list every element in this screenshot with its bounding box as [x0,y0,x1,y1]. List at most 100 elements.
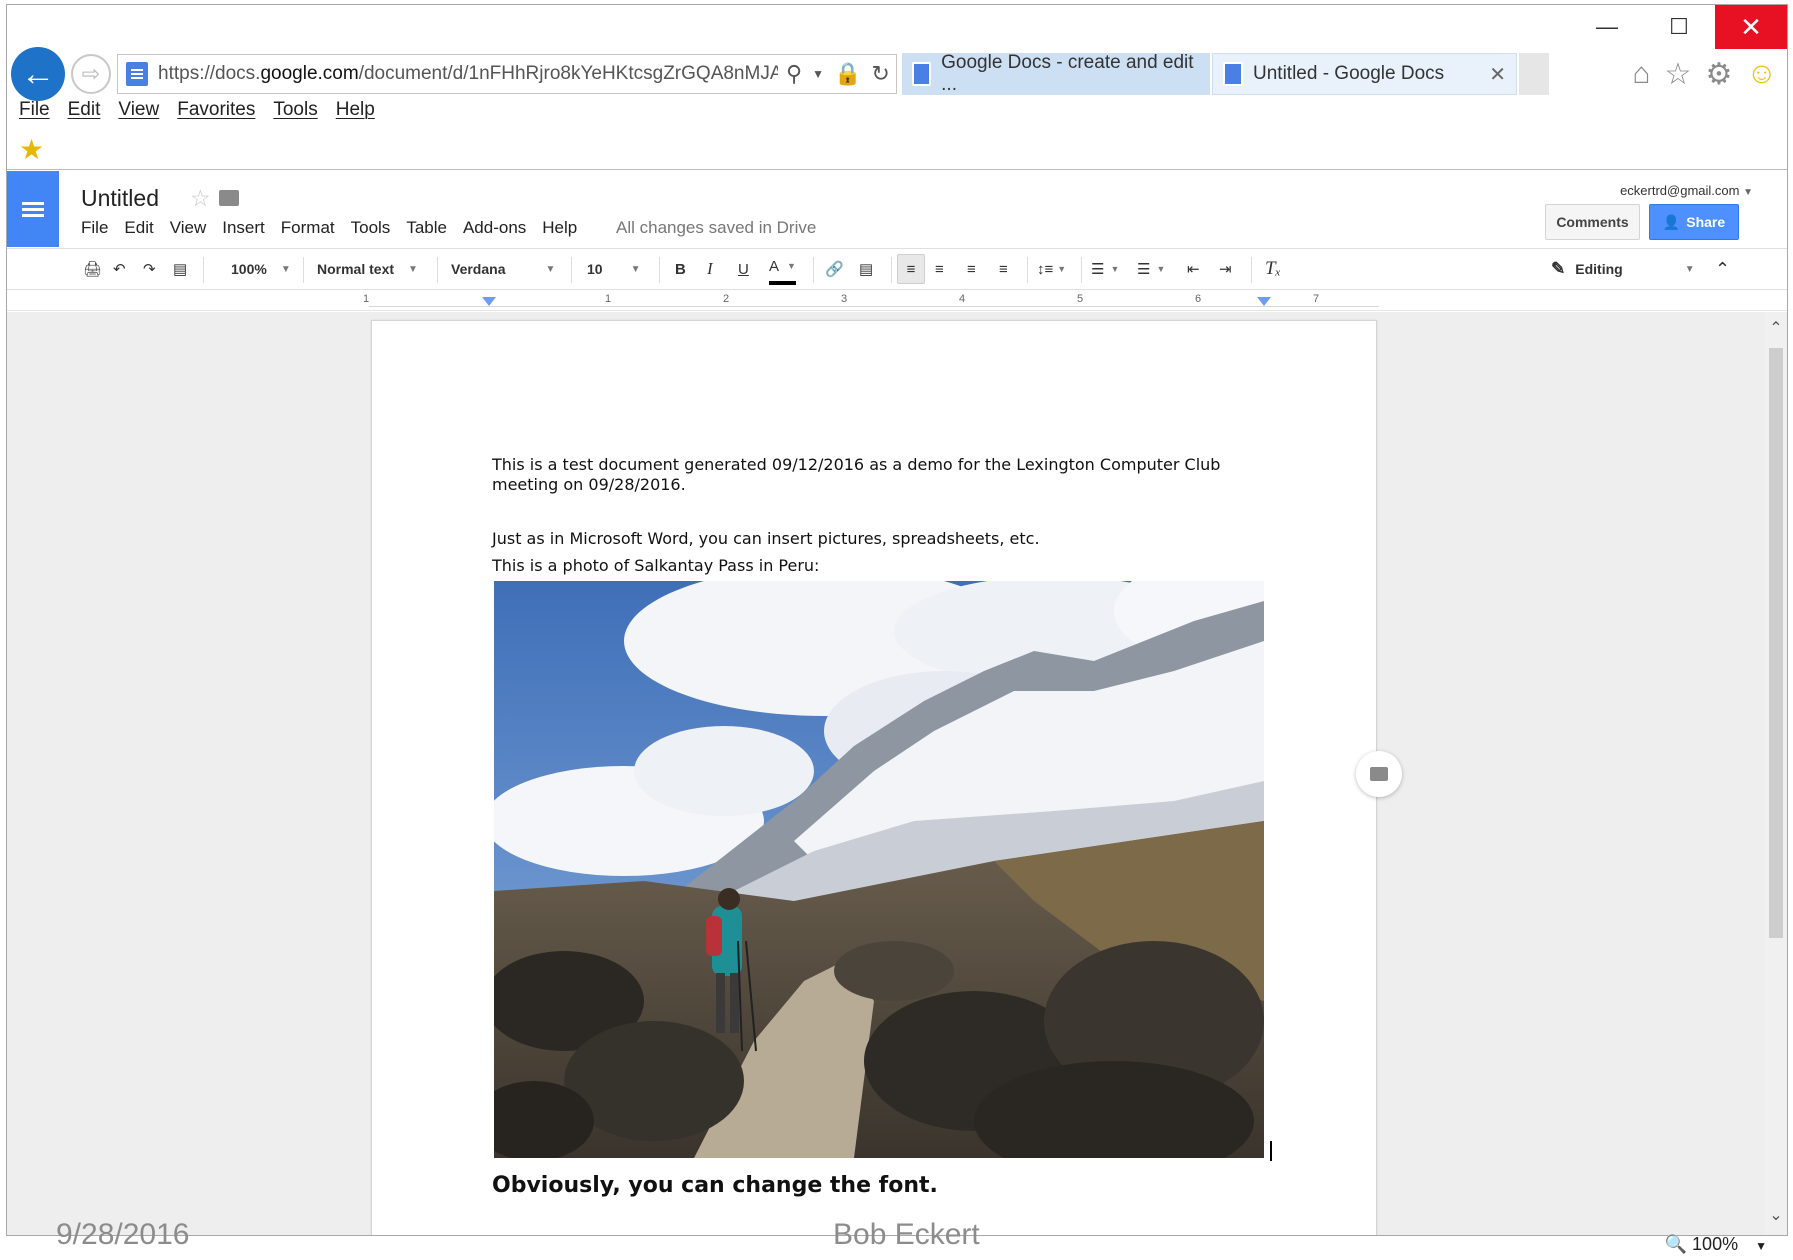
ruler-label: 4 [959,293,966,305]
divider [1251,257,1252,283]
chevron-down-icon: ▼ [787,261,796,271]
person-icon: 👤 [1662,213,1681,230]
underline-button[interactable]: U [738,249,749,289]
docs-menu-tools[interactable]: Tools [351,218,391,238]
menu-view[interactable]: View [118,99,159,121]
menu-file[interactable]: File [19,99,50,121]
paragraph[interactable]: This is a photo of Salkantay Pass in Per… [492,556,1272,576]
zoom-indicator[interactable]: 🔍 100% ▼ [1665,1234,1767,1255]
docs-menu-file[interactable]: File [81,218,108,238]
back-button[interactable]: ← [11,47,65,101]
zoom-select[interactable]: 100% ▼ [231,249,291,289]
bold-button[interactable]: B [675,249,686,289]
account-menu[interactable]: eckertrd@gmail.com ▼ [1620,183,1753,198]
star-icon[interactable]: ☆ [190,185,211,212]
vertical-scrollbar[interactable]: ⌃ ⌄ [1765,312,1787,1235]
divider [813,257,814,283]
inserted-photo[interactable] [494,581,1264,1158]
document-page[interactable]: This is a test document generated 09/12/… [371,320,1377,1235]
divider [7,169,1787,170]
docs-menu-table[interactable]: Table [406,218,447,238]
close-window-button[interactable]: ✕ [1715,5,1787,49]
scroll-up-icon[interactable]: ⌃ [1765,318,1787,342]
favorites-star-icon[interactable]: ☆ [1665,57,1692,92]
paint-format-icon[interactable]: ▤ [173,249,187,289]
increase-indent-icon[interactable]: ⇥ [1219,249,1232,289]
redo-icon[interactable]: ↷ [143,249,156,289]
divider [659,257,660,283]
forward-button[interactable]: ⇨ [71,54,111,94]
justify-icon[interactable]: ≡ [999,249,1008,289]
comment-icon[interactable]: ▤ [859,249,873,289]
save-status[interactable]: All changes saved in Drive [616,218,816,238]
italic-button[interactable]: I [707,249,713,289]
scroll-down-icon[interactable]: ⌄ [1765,1205,1787,1229]
undo-icon[interactable]: ↶ [113,249,126,289]
docs-menu-format[interactable]: Format [281,218,335,238]
minimize-button[interactable]: — [1571,5,1643,49]
paragraph-large-font[interactable]: Obviously, you can change the font. [492,1173,938,1198]
menu-favorites[interactable]: Favorites [177,99,255,121]
formatting-toolbar: 🖨 ↶ ↷ ▤ 100% ▼ Normal text ▼ Verdana ▼ 10 ▼ … [7,248,1787,290]
editing-mode-select[interactable]: ✎ Editing ▼ [1551,249,1695,289]
dropdown-arrow-icon[interactable]: ▼ [812,67,824,81]
text-cursor [1270,1141,1272,1161]
share-button[interactable]: 👤 Share [1649,204,1739,240]
feedback-smiley-icon[interactable]: ☺ [1746,57,1777,92]
menu-edit[interactable]: Edit [68,99,101,121]
style-select[interactable]: Normal text ▼ [317,249,418,289]
numbered-list-button[interactable]: ☰ ▼ [1091,249,1119,289]
arrow-right-icon: ⇨ [81,61,101,86]
font-size-select[interactable]: 10 ▼ [587,249,640,289]
clear-formatting-icon[interactable]: Tₓ [1265,249,1281,289]
align-center-icon[interactable]: ≡ [935,249,944,289]
docs-menu-view[interactable]: View [170,218,207,238]
menu-tools[interactable]: Tools [273,99,317,121]
document-title[interactable]: Untitled [81,185,159,212]
print-icon[interactable]: 🖨 [83,249,102,289]
add-comment-button[interactable] [1356,751,1402,797]
menu-help[interactable]: Help [336,99,375,121]
text-color-button[interactable]: A ▼ [769,251,796,285]
paragraph[interactable]: This is a test document generated 09/12/… [492,455,1272,495]
search-icon[interactable]: ⚲ [786,61,802,87]
home-icon[interactable]: ⌂ [1632,57,1650,92]
docs-favicon-icon [126,62,148,86]
tab-google-docs-home[interactable]: Google Docs - create and edit ... [902,52,1210,95]
maximize-button[interactable]: ☐ [1643,5,1715,49]
lock-icon[interactable]: 🔒 [834,61,861,87]
close-tab-icon[interactable]: ✕ [1489,62,1506,87]
scroll-thumb[interactable] [1769,348,1783,938]
docs-home-logo[interactable] [7,171,59,247]
comment-icon [1370,767,1388,781]
docs-menu-addons[interactable]: Add-ons [463,218,526,238]
new-tab-button[interactable] [1519,53,1549,95]
ruler-label: 1 [363,293,370,305]
refresh-icon[interactable]: ↻ [871,61,889,87]
tab-untitled-doc[interactable]: Untitled - Google Docs ✕ [1212,53,1517,95]
docs-menu-edit[interactable]: Edit [124,218,153,238]
collapse-menu-icon[interactable]: ⌃ [1715,249,1730,289]
paragraph[interactable]: Just as in Microsoft Word, you can inser… [492,529,1272,549]
decrease-indent-icon[interactable]: ⇤ [1187,249,1200,289]
ruler-label: 3 [841,293,848,305]
docs-menu-help[interactable]: Help [542,218,577,238]
left-indent-handle[interactable] [482,297,496,306]
link-icon[interactable]: 🔗 [825,249,844,289]
docs-menu-insert[interactable]: Insert [222,218,265,238]
line-spacing-button[interactable]: ↕≡ ▼ [1037,249,1066,289]
comments-button[interactable]: Comments [1545,204,1640,240]
bulleted-list-button[interactable]: ☰ ▼ [1137,249,1165,289]
right-indent-handle[interactable] [1257,297,1271,306]
align-right-icon[interactable]: ≡ [967,249,976,289]
numbered-list-icon: ☰ [1091,261,1105,278]
font-select[interactable]: Verdana ▼ [451,249,555,289]
add-favorite-icon[interactable]: ★ [19,133,44,166]
gear-icon[interactable]: ⚙ [1705,57,1732,92]
align-left-button[interactable]: ≡ [897,254,925,284]
address-bar[interactable]: https://docs.google.com/document/d/1nFHh… [117,54,897,94]
url-text[interactable]: https://docs.google.com/document/d/1nFHh… [158,63,778,85]
divider [203,257,204,283]
folder-icon[interactable] [219,190,239,206]
ruler-label: 7 [1313,293,1320,305]
